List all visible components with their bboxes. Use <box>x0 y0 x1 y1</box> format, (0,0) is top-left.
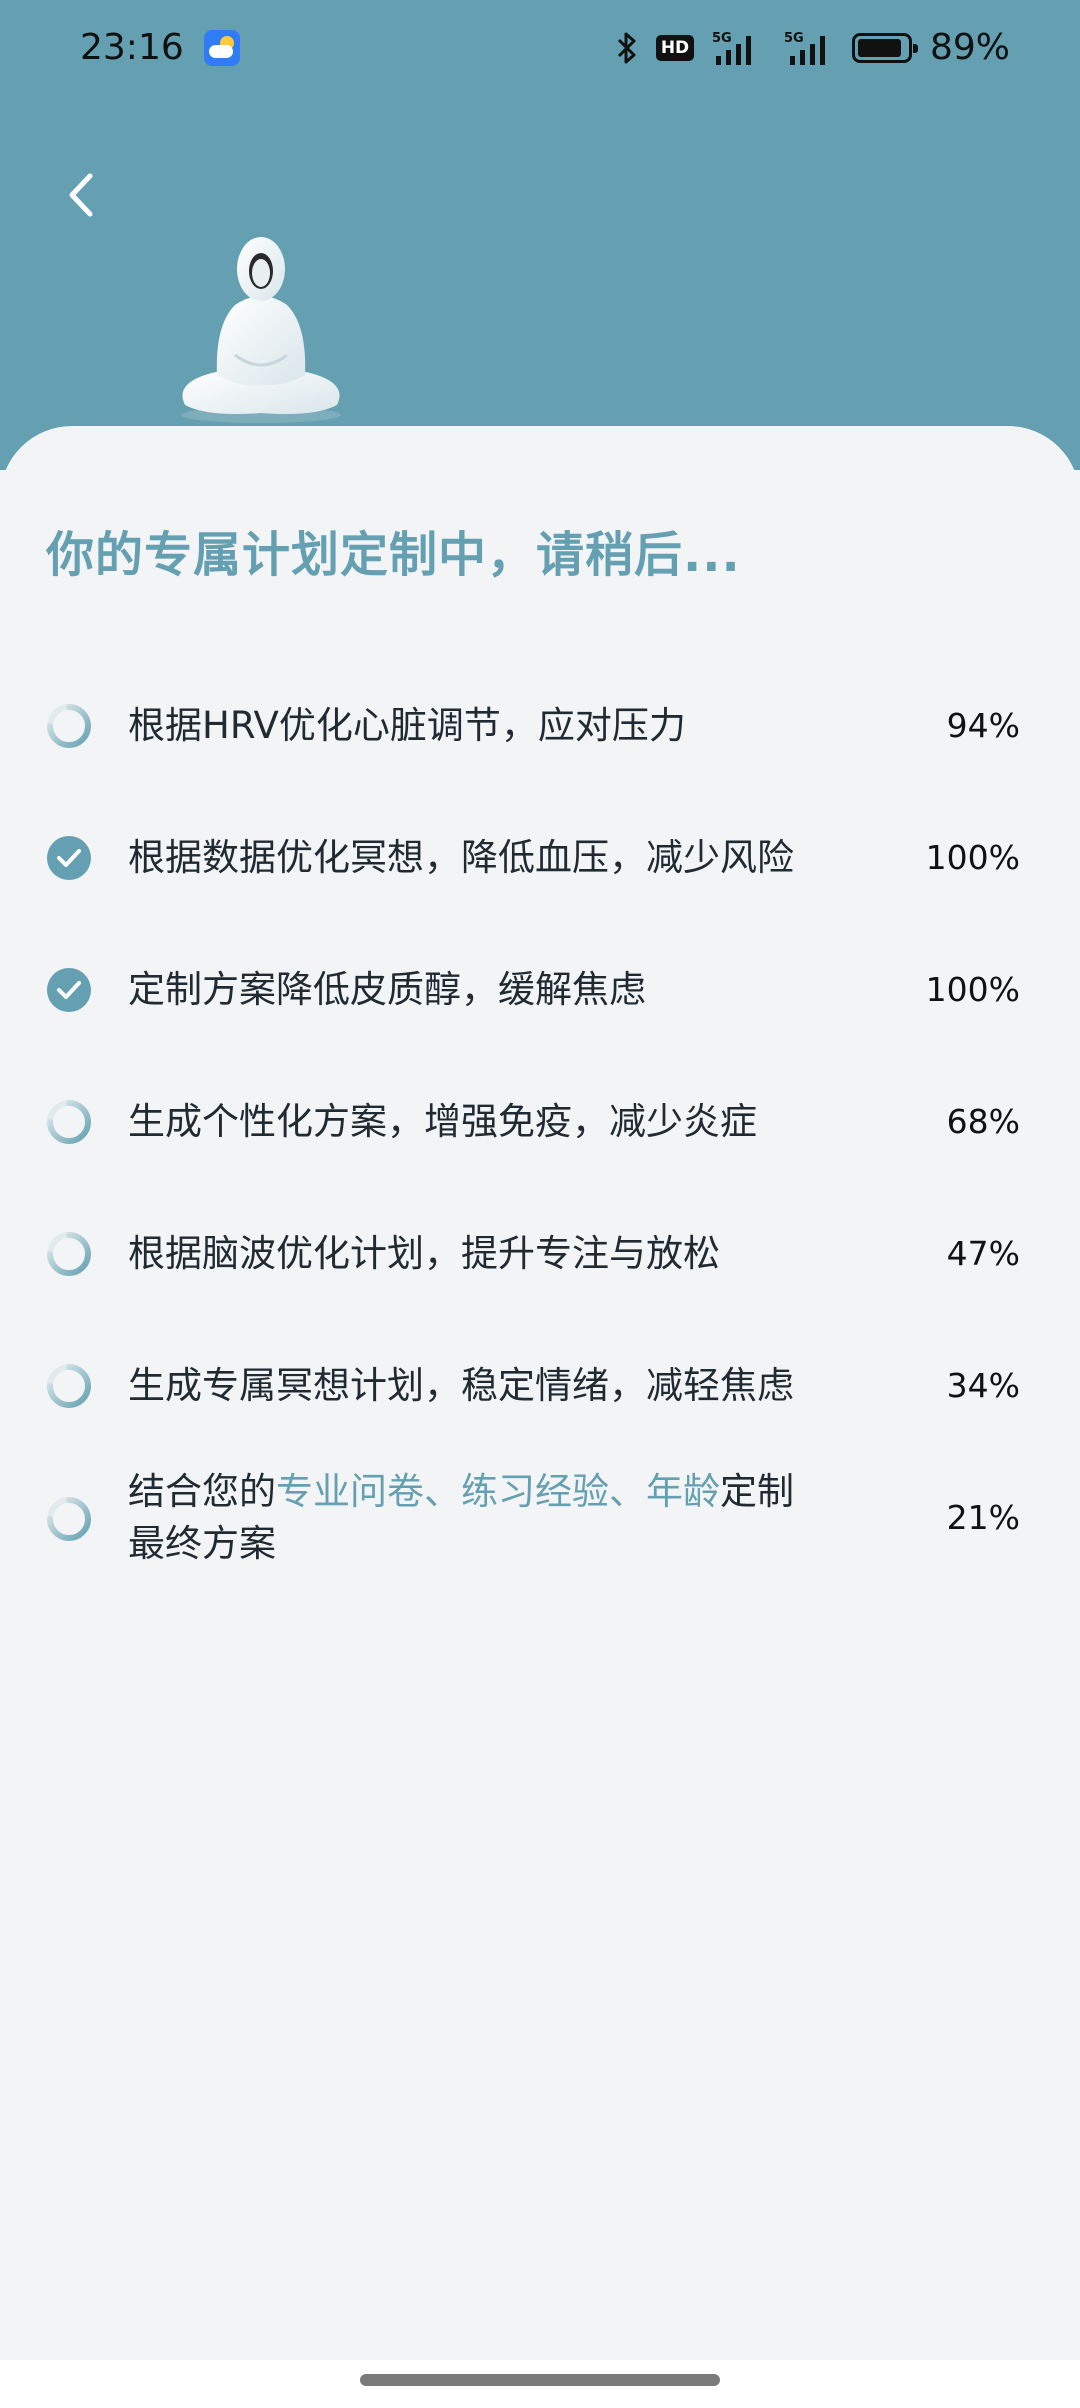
task-percent: 100% <box>925 838 1020 877</box>
task-label: 生成个性化方案，增强免疫，减少炎症 <box>128 1100 757 1143</box>
task-label: 定制方案降低皮质醇，缓解焦虑 <box>128 968 646 1011</box>
loading-spinner-icon <box>46 1363 92 1409</box>
page-title: 你的专属计划定制中，请稍后... <box>46 527 741 583</box>
svg-text:5G: 5G <box>712 31 732 46</box>
battery-percent: 89% <box>929 27 1010 68</box>
task-label-suffix: 定制 <box>720 1470 794 1513</box>
battery-icon <box>851 33 918 63</box>
task-label: 根据HRV优化心脏调节，应对压力 <box>128 704 686 747</box>
chevron-left-icon <box>69 173 93 217</box>
task-percent: 34% <box>946 1366 1020 1405</box>
meditating-figure-illustration <box>165 225 365 425</box>
svg-text:5G: 5G <box>784 31 804 46</box>
task-label: 根据数据优化冥想，降低血压，减少风险 <box>128 836 794 879</box>
task-percent: 100% <box>925 970 1020 1009</box>
task-percent: 21% <box>946 1498 1020 1537</box>
task-percent: 68% <box>946 1102 1020 1141</box>
hd-voice-icon: HD <box>655 35 694 61</box>
task-label-prefix: 结合您的 <box>128 1470 276 1513</box>
check-circle-icon <box>46 835 92 881</box>
back-button[interactable] <box>56 166 106 224</box>
signal-5g-icon-2: 5G <box>778 30 834 66</box>
loading-spinner-icon <box>46 1231 92 1277</box>
task-percent: 47% <box>946 1234 1020 1273</box>
screen: 23:16 HD 5G 5G 89% 你的专属计划定制中，请稍后... 根据HR… <box>0 0 1080 2408</box>
status-indicators: HD 5G 5G 89% <box>616 24 1010 72</box>
task-label: 生成专属冥想计划，稳定情绪，减轻焦虑 <box>128 1364 794 1407</box>
status-bar: 23:16 HD 5G 5G 89% <box>0 0 1080 96</box>
home-indicator[interactable] <box>360 2374 720 2386</box>
task-label: 结合您的专业问卷、练习经验、年龄定制最终方案 <box>128 1466 868 1570</box>
task-label: 根据脑波优化计划，提升专注与放松 <box>128 1232 720 1275</box>
task-percent: 94% <box>946 706 1020 745</box>
signal-5g-icon-1: 5G <box>712 30 760 66</box>
loading-spinner-icon <box>46 1099 92 1145</box>
loading-spinner-icon <box>46 703 92 749</box>
weather-partly-cloudy-icon <box>204 30 240 66</box>
bluetooth-icon <box>616 31 638 65</box>
task-label-line2: 最终方案 <box>128 1522 276 1565</box>
loading-spinner-icon <box>46 1496 92 1542</box>
check-circle-icon <box>46 967 92 1013</box>
status-time: 23:16 <box>80 27 184 68</box>
task-label-highlight: 专业问卷、练习经验、年龄 <box>276 1470 720 1513</box>
